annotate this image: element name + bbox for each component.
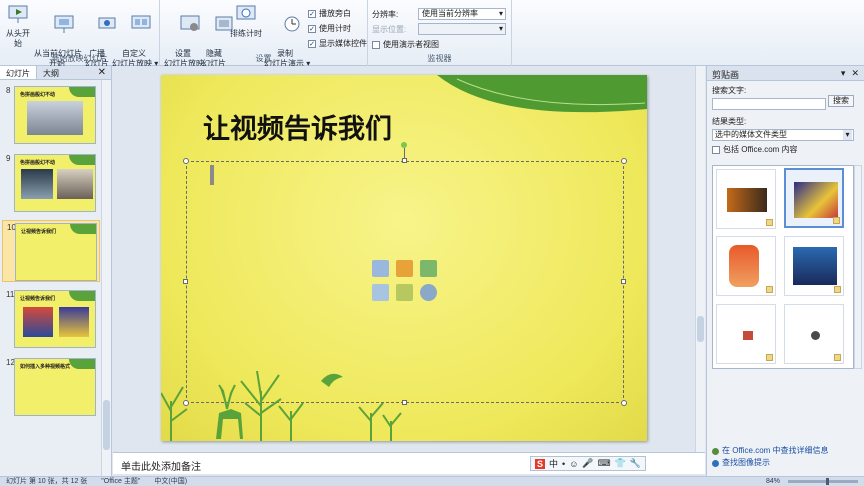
close-icon[interactable]: ✕ xyxy=(851,68,859,78)
slideshow-play-icon xyxy=(8,5,28,23)
zoom-slider[interactable] xyxy=(788,478,858,485)
resize-handle[interactable] xyxy=(621,279,626,284)
checkbox-checked-icon: ✓ xyxy=(308,39,316,48)
ribbon-group-start-show: 从头开始 从当前幻灯片 开始 广播 幻灯片 自定义 幻灯片放映 ▾ 开始放映幻灯… xyxy=(0,0,160,68)
slides-scrollbar[interactable] xyxy=(101,80,111,476)
chevron-down-icon: ▾ xyxy=(498,9,503,18)
slides-panel: 幻灯片 大纲 ✕ 8 色拼画般幻不动 9 色拼画般幻不动 10 让视频告诉我们 … xyxy=(0,66,112,476)
insert-clipart-icon[interactable] xyxy=(396,284,413,301)
image-tips-link[interactable]: 查找图像提示 xyxy=(712,457,829,469)
group-label-setup: 设置 xyxy=(255,54,272,63)
show-media-controls-checkbox[interactable]: ✓ 显示媒体控件 xyxy=(308,38,367,49)
resize-handle[interactable] xyxy=(183,158,189,164)
checkbox-checked-icon: ✓ xyxy=(308,9,316,18)
insert-smartart-icon[interactable] xyxy=(420,260,437,277)
slide-title[interactable]: 让视频告诉我们 xyxy=(203,107,392,146)
clipart-item[interactable] xyxy=(716,304,776,364)
trees-deer-decoration-icon xyxy=(161,370,402,441)
ribbon: 从头开始 从当前幻灯片 开始 广播 幻灯片 自定义 幻灯片放映 ▾ 开始放映幻灯… xyxy=(0,0,864,68)
custom-show-icon xyxy=(131,15,151,29)
sogou-logo-icon: S xyxy=(535,458,546,469)
group-label-monitors: 监视器 xyxy=(427,54,452,63)
clipart-item[interactable] xyxy=(716,169,776,229)
slide-thumbnail-11[interactable]: 11 让视频告诉我们 xyxy=(2,288,100,350)
use-timings-checkbox[interactable]: ✓ 使用计时 xyxy=(308,23,351,34)
resolution-select[interactable]: 使用当前分辨率 ▾ xyxy=(418,8,506,20)
slide-thumbnail-9[interactable]: 9 色拼画般幻不动 xyxy=(2,152,100,214)
clipart-results xyxy=(712,165,854,369)
office-com-link[interactable]: 在 Office.com 中查找详细信息 xyxy=(712,445,829,457)
clipart-item[interactable] xyxy=(784,304,844,364)
clipart-item-selected[interactable] xyxy=(784,168,844,228)
chevron-down-icon: ▾ xyxy=(498,24,503,33)
from-beginning-button[interactable]: 从头开始 xyxy=(3,4,33,49)
insert-chart-icon[interactable] xyxy=(396,260,413,277)
slideshow-current-icon xyxy=(54,15,74,33)
group-label-start-show: 开始放映幻灯片 xyxy=(51,54,108,63)
tab-outline[interactable]: 大纲 xyxy=(37,66,65,79)
slide-thumbnail-8[interactable]: 8 色拼画般幻不动 xyxy=(2,84,100,146)
clipart-item[interactable] xyxy=(784,236,844,296)
ribbon-group-setup: 设置 幻灯片放映 隐藏 幻灯片 排练计时 录制 幻灯片演示 ▾ ✓ 播放旁白 ✓ 使… xyxy=(160,0,368,68)
language[interactable]: 中文(中国) xyxy=(154,477,187,486)
setup-show-icon xyxy=(180,15,200,31)
show-on-label: 显示位置: xyxy=(372,25,407,34)
clipart-pane: 剪贴画 ▾ ✕ 搜索文字: 搜索 结果类型: 选中的媒体文件类型 ▾ 包括 Off… xyxy=(706,66,864,476)
play-narrations-checkbox[interactable]: ✓ 播放旁白 xyxy=(308,8,351,19)
result-type-select[interactable]: 选中的媒体文件类型 ▾ xyxy=(712,129,854,141)
insert-media-icon[interactable] xyxy=(420,284,437,301)
rehearse-timings-button[interactable]: 排练计时 xyxy=(230,4,262,39)
resize-handle[interactable] xyxy=(621,158,627,164)
clipart-item[interactable] xyxy=(716,236,776,296)
workspace-scrollbar[interactable] xyxy=(695,66,705,452)
tab-slides[interactable]: 幻灯片 xyxy=(0,66,37,79)
close-icon[interactable]: ✕ xyxy=(93,66,111,79)
slide-thumbnail-10[interactable]: 10 让视频告诉我们 xyxy=(2,220,100,282)
zoom-level[interactable]: 84% xyxy=(766,477,780,486)
insert-content-icons xyxy=(372,260,437,304)
search-input[interactable] xyxy=(712,98,826,110)
record-clock-icon xyxy=(284,16,300,32)
panel-tabs: 幻灯片 大纲 ✕ xyxy=(0,66,111,80)
pane-title: 剪贴画 xyxy=(712,70,740,80)
checkbox-checked-icon: ✓ xyxy=(308,24,316,33)
show-on-select[interactable]: ▾ xyxy=(418,23,506,35)
resize-handle[interactable] xyxy=(183,279,188,284)
globe-icon xyxy=(712,447,719,455)
search-button[interactable]: 搜索 xyxy=(828,95,854,107)
slide-thumbnail-12[interactable]: 12 如何插入多种视频格式 xyxy=(2,356,100,418)
thumb-photo xyxy=(57,169,93,199)
presenter-view-checkbox[interactable]: 使用演示者视图 xyxy=(372,39,439,50)
slide-canvas[interactable]: 让视频告诉我们 xyxy=(161,75,647,441)
thumb-clipart xyxy=(23,307,53,337)
slide-workspace: 让视频告诉我们 单击此处添加备注 S 中 • ☺ 🎤 ⌨ 👕 🔧 xyxy=(113,66,705,474)
clipart-scrollbar[interactable] xyxy=(854,165,862,369)
thumb-clipart xyxy=(59,307,89,337)
resize-handle[interactable] xyxy=(402,158,407,163)
help-icon xyxy=(712,459,719,467)
status-bar: 幻灯片 第 10 张，共 12 张 "Office 主题" 中文(中国) 84% xyxy=(0,476,864,486)
dropdown-icon[interactable]: ▾ xyxy=(841,68,846,78)
leaf-decoration-icon xyxy=(437,75,647,113)
ime-toolbar[interactable]: S 中 • ☺ 🎤 ⌨ 👕 🔧 xyxy=(530,456,647,471)
result-type-label: 结果类型: xyxy=(712,117,747,126)
ribbon-group-monitors: 分辨率: 使用当前分辨率 ▾ 显示位置: ▾ 使用演示者视图 监视器 xyxy=(368,0,512,66)
rehearse-icon xyxy=(236,5,256,20)
insert-table-icon[interactable] xyxy=(372,260,389,277)
thumb-photo xyxy=(21,169,53,199)
thumb-photo xyxy=(27,101,83,135)
chevron-down-icon: ▾ xyxy=(843,130,852,140)
resolution-label: 分辨率: xyxy=(372,10,399,19)
include-office-checkbox[interactable]: 包括 Office.com 内容 xyxy=(712,144,859,155)
insert-picture-icon[interactable] xyxy=(372,284,389,301)
theme-name[interactable]: "Office 主题" xyxy=(101,477,140,486)
text-cursor xyxy=(210,165,214,185)
slide-count: 幻灯片 第 10 张，共 12 张 xyxy=(6,478,88,485)
